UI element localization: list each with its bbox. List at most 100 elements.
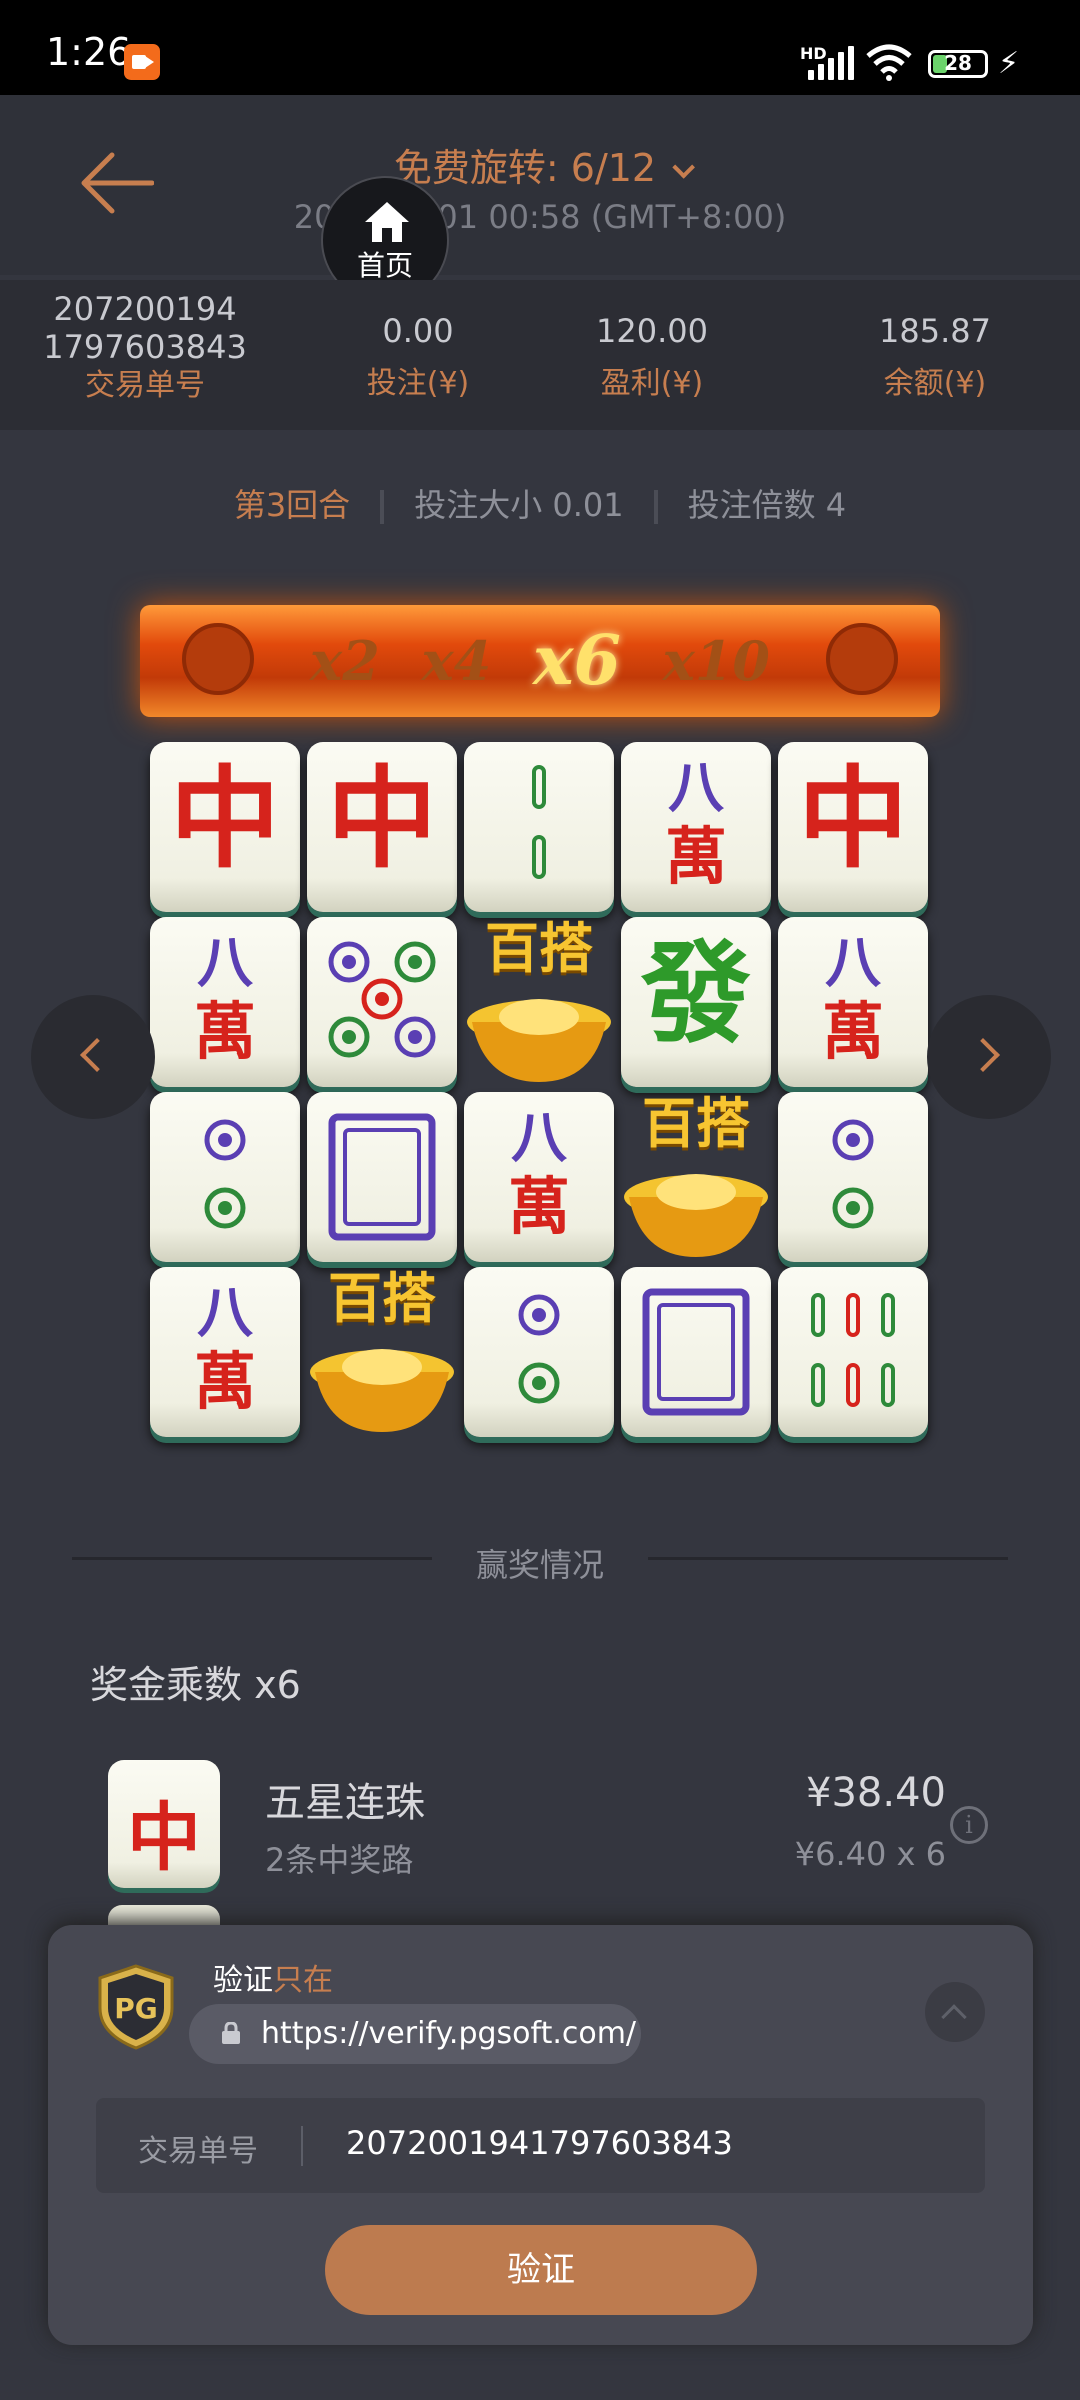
lock-icon — [222, 2022, 240, 2044]
multiplier-x4: x4 — [421, 629, 492, 693]
transaction-id-line2: 1797603843 — [43, 328, 247, 366]
balance-summary: 185.87 余额(¥) — [835, 312, 1035, 404]
profit-summary: 120.00 盈利(¥) — [552, 312, 752, 404]
tile-glyph: 萬 — [193, 1345, 256, 1418]
win-ways: 2条中奖路 — [265, 1841, 414, 1879]
red-dragon-tile: 中 — [307, 742, 457, 912]
multiplier-x10: x10 — [662, 629, 770, 693]
character-8-tile: 八萬 — [621, 742, 771, 912]
chevron-down-icon — [672, 156, 696, 179]
white-dragon-tile — [307, 1092, 457, 1262]
charging-icon: ⚡ — [998, 46, 1020, 81]
multiplier-x6: x6 — [533, 621, 621, 701]
character-8-tile: 八萬 — [150, 917, 300, 1087]
balance-value: 185.87 — [879, 312, 991, 350]
chevron-up-icon — [941, 2004, 967, 2030]
white-dragon-tile — [621, 1267, 771, 1437]
tile-glyph: 八 — [197, 930, 253, 996]
win-section-title: 赢奖情况 — [475, 1546, 604, 1584]
bet-summary: 0.00 投注(¥) — [318, 312, 518, 404]
transaction-field: 交易单号 2072001941797603843 — [96, 2098, 985, 2193]
tile-glyph: 中 — [798, 754, 908, 883]
bamboo-6-icon — [811, 1293, 895, 1407]
profit-label: 盈利(¥) — [600, 366, 704, 401]
chevron-right-icon — [966, 1038, 1000, 1072]
bamboo-6-tile — [778, 1267, 928, 1437]
bet-value: 0.00 — [382, 312, 454, 350]
verify-label-prefix: 验证 — [213, 1963, 273, 1998]
win-symbol-tile: 中 — [108, 1760, 220, 1888]
wild-label: 百搭 — [328, 1266, 436, 1330]
status-bar: 1:26 HD 28 ⚡ — [0, 0, 1080, 95]
signal-icon — [808, 40, 858, 80]
dots-5-tile — [307, 917, 457, 1087]
verify-url-link[interactable]: https://verify.pgsoft.com/ — [189, 2004, 641, 2064]
collapse-button[interactable] — [925, 1982, 985, 2042]
timestamp: 2023/07/01 00:58 (GMT+8:00) — [293, 198, 787, 236]
multiplier-bar: x2 x4 x6 x10 — [140, 605, 940, 717]
bamboo-2-icon — [532, 765, 546, 879]
info-icon[interactable]: i — [950, 1806, 988, 1844]
divider — [380, 490, 385, 524]
character-8-tile: 八萬 — [464, 1092, 614, 1262]
previous-round-button[interactable] — [31, 995, 155, 1119]
next-round-button[interactable] — [927, 995, 1051, 1119]
character-8-tile: 八萬 — [150, 1267, 300, 1437]
tile-glyph: 萬 — [507, 1170, 570, 1243]
dots-5-icon — [328, 941, 436, 1058]
transaction-summary: 207200194 1797603843 交易单号 — [40, 290, 250, 406]
tile-glyph: 萬 — [664, 820, 727, 893]
round-number: 第3回合 — [233, 486, 351, 524]
verify-button[interactable]: 验证 — [325, 2225, 757, 2315]
screen-record-icon — [124, 44, 160, 80]
status-time: 1:26 — [46, 30, 132, 74]
tx-value: 2072001941797603843 — [346, 2124, 733, 2162]
prize-multiplier: 奖金乘数 x6 — [90, 1663, 301, 1707]
tx-label: 交易单号 — [138, 2134, 258, 2169]
dots-2-icon — [832, 1119, 874, 1229]
wild-label: 百搭 — [485, 916, 593, 980]
battery-level: 28 — [944, 51, 972, 75]
bet-size: 投注大小 0.01 — [414, 486, 624, 524]
win-amount: ¥38.40 — [806, 1770, 946, 1816]
tile-glyph: 中 — [127, 1795, 201, 1881]
page-title: 免费旋转: 6/12 — [393, 146, 657, 190]
dots-2-tile — [150, 1092, 300, 1262]
flower-ornament-icon — [182, 623, 254, 695]
flower-ornament-icon — [826, 623, 898, 695]
red-dragon-tile: 中 — [778, 742, 928, 912]
gold-ingot-wild-tile: 百搭 — [464, 917, 614, 1087]
verify-label: 验证只在 — [213, 1955, 333, 1999]
white-dragon-icon — [642, 1288, 750, 1416]
home-icon — [365, 202, 409, 242]
home-label: 首页 — [356, 249, 413, 282]
bet-multiplier: 投注倍数 4 — [687, 486, 847, 524]
multiplier-list: x2 x4 x6 x10 — [310, 619, 770, 703]
dots-2-icon — [204, 1119, 246, 1229]
transaction-id-line1: 207200194 — [53, 290, 237, 328]
bet-label: 投注(¥) — [366, 366, 470, 401]
bamboo-2-tile — [464, 742, 614, 912]
character-8-tile: 八萬 — [778, 917, 928, 1087]
tile-glyph: 八 — [825, 930, 881, 996]
wifi-icon — [866, 44, 912, 81]
tile-glyph: 中 — [170, 754, 280, 883]
divider — [653, 490, 658, 524]
green-dragon-tile: 發 — [621, 917, 771, 1087]
pg-logo: PG — [98, 1964, 174, 2050]
gold-ingot-wild-tile: 百搭 — [621, 1092, 771, 1262]
balance-label: 余额(¥) — [883, 366, 987, 401]
divider — [648, 1557, 1008, 1560]
profit-value: 120.00 — [596, 312, 708, 350]
reel-grid: 中中八萬中八萬百搭發八萬八萬百搭八萬百搭 — [150, 742, 930, 1442]
tile-glyph: 發 — [641, 929, 751, 1058]
win-calculation: ¥6.40 x 6 — [794, 1835, 946, 1873]
wild-label: 百搭 — [642, 1091, 750, 1155]
battery-icon: 28 — [928, 50, 988, 78]
chevron-left-icon — [80, 1038, 114, 1072]
free-spin-title[interactable]: 免费旋转: 6/12 — [0, 137, 1080, 192]
round-info: 第3回合 投注大小 0.01 投注倍数 4 — [0, 480, 1080, 526]
tile-glyph: 八 — [668, 755, 724, 821]
dots-2-tile — [778, 1092, 928, 1262]
dots-2-icon — [518, 1294, 560, 1404]
